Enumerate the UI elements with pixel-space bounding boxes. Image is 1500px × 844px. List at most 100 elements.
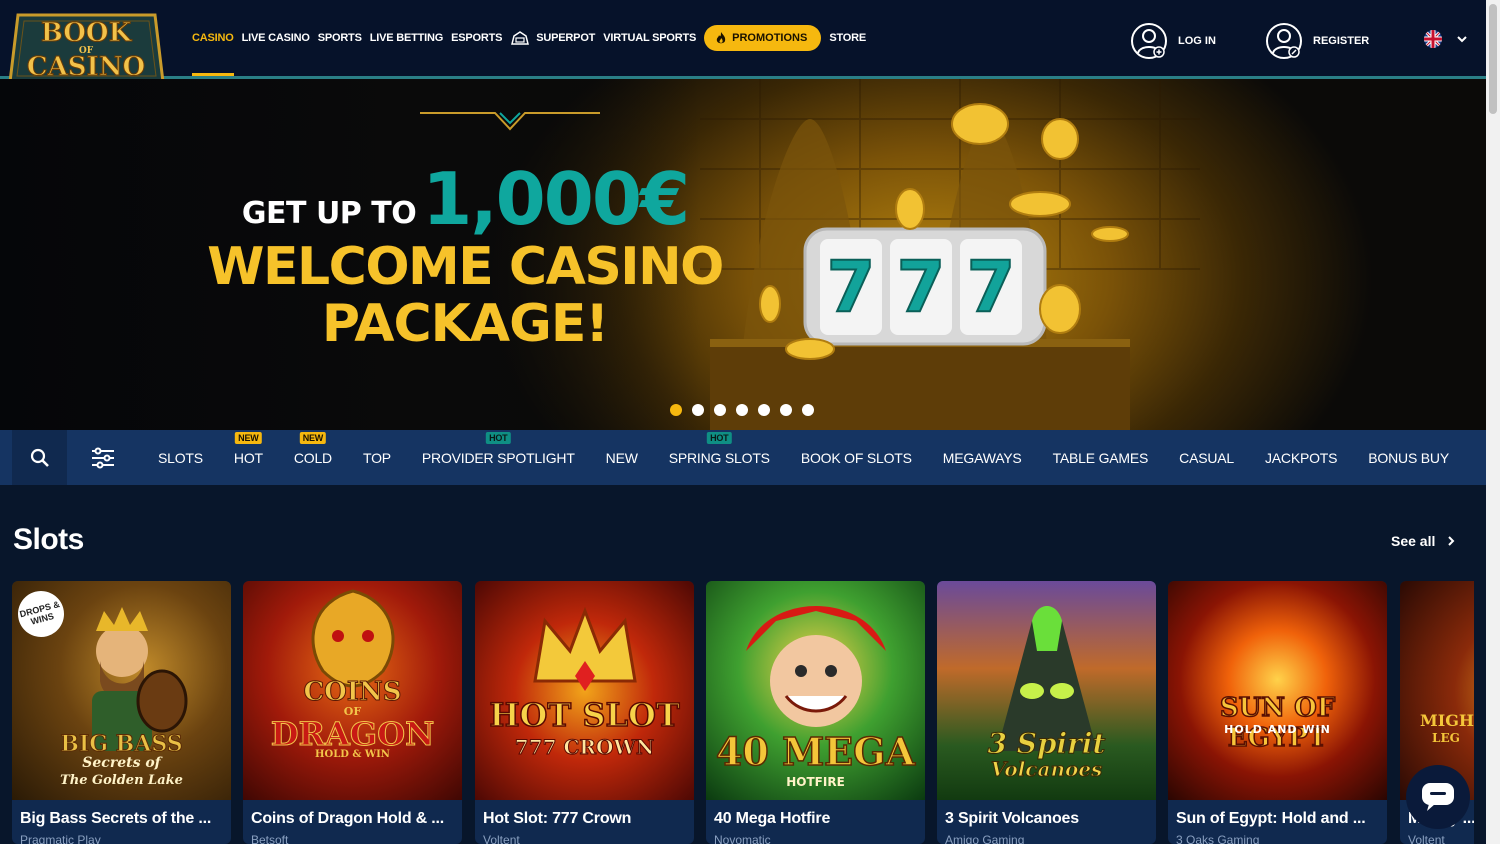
game-logo-line: LEG	[1432, 731, 1460, 745]
search-button[interactable]	[12, 430, 67, 485]
category-casual[interactable]: CASUAL	[1179, 450, 1234, 466]
svg-text:7: 7	[897, 246, 946, 328]
game-card[interactable]: 40 MEGA HOTFIRE 40 Mega Hotfire Novomati…	[706, 581, 925, 844]
category-jackpots[interactable]: JACKPOTS	[1264, 449, 1338, 466]
game-card[interactable]: HOT SLOT 777 CROWN Hot Slot: 777 Crown V…	[475, 581, 694, 844]
game-logo-line: 40 MEGA	[715, 728, 916, 775]
nav-superpot[interactable]: SUPERPOT	[510, 0, 595, 76]
category-hot[interactable]: NEW HOT	[234, 431, 263, 466]
category-spring-slots[interactable]: HOT SPRING SLOTS	[669, 431, 770, 466]
category-cold[interactable]: NEW COLD	[294, 431, 332, 466]
game-logo-line: 3 Spirit	[987, 727, 1106, 761]
game-title: 3 Spirit Volcanoes	[945, 810, 1079, 827]
chevron-right-icon	[1448, 536, 1455, 546]
game-card[interactable]: DROPS & WINS BIG BASS Secrets of The Gol…	[12, 581, 231, 844]
nav-virtual-sports[interactable]: VIRTUAL SPORTS	[603, 0, 696, 76]
chat-bubble-icon	[1422, 783, 1454, 811]
category-provider-spotlight[interactable]: HOT PROVIDER SPOTLIGHT	[421, 431, 575, 466]
login-button[interactable]: LOG IN	[1130, 22, 1216, 60]
main-nav: CASINO LIVE CASINO SPORTS LIVE BETTING E…	[192, 0, 874, 76]
hot-badge: HOT	[707, 431, 732, 444]
category-label: MEGAWAYS	[942, 449, 1022, 466]
carousel-dot[interactable]	[780, 404, 792, 416]
game-logo-line: MIGH	[1420, 711, 1474, 730]
game-provider: Voltent	[483, 833, 520, 844]
carousel-dots	[670, 404, 824, 416]
category-label: CASUAL	[1179, 449, 1234, 466]
user-add-icon	[1131, 23, 1167, 59]
game-thumbnail: DROPS & WINS BIG BASS Secrets of The Gol…	[12, 581, 231, 800]
category-label: BOOK OF SLOTS	[800, 449, 912, 466]
nav-store[interactable]: STORE	[829, 0, 866, 76]
game-logo-line: BIG BASS	[60, 731, 183, 758]
carousel-dot[interactable]	[692, 404, 704, 416]
game-title: Coins of Dragon Hold & ...	[251, 810, 445, 827]
game-card[interactable]: 3 Spirit Volcanoes 3 Spirit Volcanoes Am…	[937, 581, 1156, 844]
game-provider: Betsoft	[251, 833, 289, 844]
nav-superpot-label: SUPERPOT	[536, 32, 596, 44]
game-thumbnail: COINS OF DRAGON HOLD & WIN	[243, 581, 462, 800]
category-table-games[interactable]: TABLE GAMES	[1053, 450, 1149, 466]
game-title: Sun of Egypt: Hold and ...	[1176, 810, 1366, 827]
category-label: JACKPOTS	[1264, 449, 1338, 466]
register-button[interactable]: REGISTER	[1265, 22, 1369, 60]
game-provider: Voltent	[1408, 833, 1445, 844]
page-scrollbar[interactable]	[1486, 0, 1500, 844]
carousel-dot[interactable]	[736, 404, 748, 416]
game-logo-line: HOLD & WIN	[315, 749, 390, 760]
hero-get-up-to: GET UP TO	[241, 196, 417, 231]
scrollbar-thumb[interactable]	[1489, 4, 1497, 114]
category-bonus-buy[interactable]: BONUS BUY	[1368, 450, 1449, 466]
search-icon	[30, 448, 49, 467]
promotions-button[interactable]: PROMOTIONS	[704, 25, 822, 51]
game-card[interactable]: COINS OF DRAGON HOLD & WIN Coins of Drag…	[243, 581, 462, 844]
carousel-dot[interactable]	[714, 404, 726, 416]
nav-esports[interactable]: ESPORTS	[451, 0, 502, 76]
site-logo[interactable]: BOOK OF CASINO	[8, 7, 165, 87]
game-logo-line: HOLD AND WIN	[1224, 723, 1331, 736]
page: BOOK OF CASINO CASINO LIVE CASINO SPORTS…	[0, 0, 1500, 844]
carousel-dot[interactable]	[670, 404, 682, 416]
category-new[interactable]: NEW	[606, 450, 638, 466]
carousel-dot[interactable]	[802, 404, 814, 416]
category-top[interactable]: TOP	[363, 450, 391, 466]
hero-line-1: GET UP TO 1,000€	[205, 159, 725, 239]
svg-text:CASINO: CASINO	[27, 52, 145, 82]
category-label: PROVIDER SPOTLIGHT	[421, 449, 575, 466]
game-logo-line: COINS	[303, 677, 402, 708]
hero-divider-icon	[420, 112, 600, 131]
category-label: TOP	[362, 449, 391, 466]
game-thumbnail: 40 MEGA HOTFIRE	[706, 581, 925, 800]
hero-amount: 1,000€	[422, 157, 690, 241]
new-badge: NEW	[299, 431, 327, 444]
game-provider: Amigo Gaming	[945, 833, 1025, 844]
carousel-dot[interactable]	[758, 404, 770, 416]
filter-button[interactable]	[79, 430, 127, 485]
category-slots[interactable]: SLOTS	[158, 450, 203, 466]
game-card[interactable]: SUN OF EGYPT HOLD AND WIN Sun of Egypt: …	[1168, 581, 1387, 844]
hero-banner[interactable]: 7 7 7 GET UP TO 1,000€ WELCOME CASINO PA…	[0, 79, 1486, 430]
chat-widget-button[interactable]	[1406, 765, 1470, 829]
game-title: Big Bass Secrets of the ...	[20, 810, 212, 827]
login-label: LOG IN	[1178, 35, 1216, 47]
category-label: BONUS BUY	[1368, 449, 1449, 466]
svg-text:7: 7	[967, 246, 1016, 328]
sliders-icon	[92, 447, 114, 468]
see-all-link[interactable]: See all	[1391, 533, 1455, 549]
nav-live-betting[interactable]: LIVE BETTING	[370, 0, 444, 76]
see-all-label: See all	[1391, 533, 1436, 549]
hot-badge: HOT	[486, 431, 511, 444]
game-provider: 3 Oaks Gaming	[1176, 833, 1260, 844]
nav-sports[interactable]: SPORTS	[318, 0, 362, 76]
nav-casino[interactable]: CASINO	[192, 0, 234, 76]
nav-live-casino[interactable]: LIVE CASINO	[242, 0, 310, 76]
language-selector[interactable]	[1424, 30, 1468, 48]
category-book-of-slots[interactable]: BOOK OF SLOTS	[801, 450, 912, 466]
game-logo-line: HOTFIRE	[786, 775, 845, 789]
game-title: 40 Mega Hotfire	[714, 810, 831, 827]
section-title: Slots	[13, 523, 84, 556]
game-provider: Pragmatic Play	[20, 833, 101, 844]
category-megaways[interactable]: MEGAWAYS	[943, 450, 1022, 466]
game-logo-line: Volcanoes	[990, 757, 1103, 782]
new-badge: NEW	[235, 431, 262, 444]
